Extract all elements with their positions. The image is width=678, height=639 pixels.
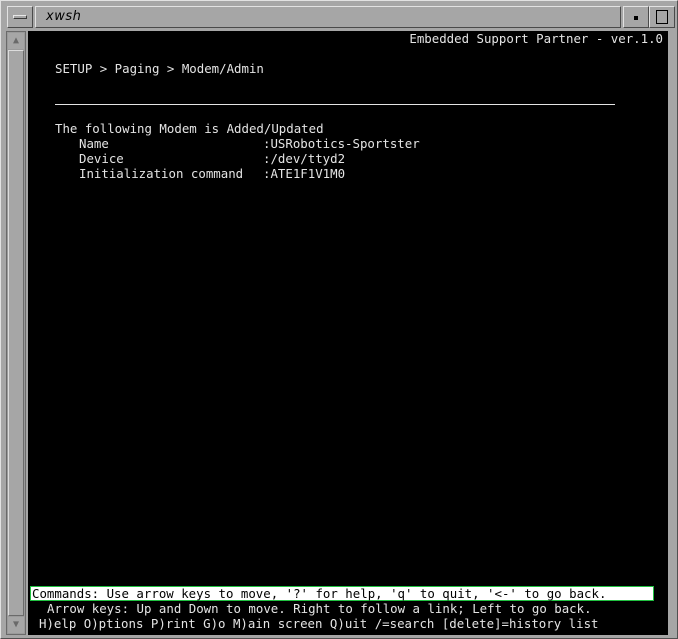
help-line-shortcuts: H)elp O)ptions P)rint G)o M)ain screen Q… [39,616,599,631]
field-value-device: :/dev/ttyd2 [263,151,346,166]
help-line-arrow-keys: Arrow keys: Up and Down to move. Right t… [47,601,592,616]
field-value-name: :USRobotics-Sportster [263,136,420,151]
vertical-scrollbar[interactable]: ▲ ▼ [6,31,26,635]
window-title: xwsh [46,9,82,24]
xwsh-window: xwsh ▲ ▼ Embedded Support Partner - ver.… [0,0,678,639]
scroll-down-arrow-icon[interactable]: ▼ [8,617,24,633]
scroll-up-arrow-icon[interactable]: ▲ [8,33,24,49]
divider [55,104,615,105]
commands-text: Commands: Use arrow keys to move, '?' fo… [32,586,607,601]
minimize-button[interactable] [623,6,649,28]
field-label-device: Device [79,151,124,166]
breadcrumb: SETUP > Paging > Modem/Admin [55,61,264,76]
app-header: Embedded Support Partner - ver.1.0 [409,31,663,46]
field-value-init-command: :ATE1F1V1M0 [263,166,346,181]
maximize-button[interactable] [649,6,675,28]
maximize-icon [656,10,668,24]
window-menu-icon [13,15,27,19]
status-message: The following Modem is Added/Updated [55,121,324,136]
title-bar[interactable]: xwsh [5,5,675,29]
minimize-icon [634,16,638,20]
scrollbar-thumb[interactable] [8,50,24,616]
commands-bar: Commands: Use arrow keys to move, '?' fo… [30,586,654,601]
terminal-screen[interactable]: Embedded Support Partner - ver.1.0 SETUP… [28,31,668,635]
title-area[interactable]: xwsh [35,6,621,28]
window-menu-button[interactable] [7,6,33,28]
field-label-init-command: Initialization command [79,166,244,181]
field-label-name: Name [79,136,109,151]
